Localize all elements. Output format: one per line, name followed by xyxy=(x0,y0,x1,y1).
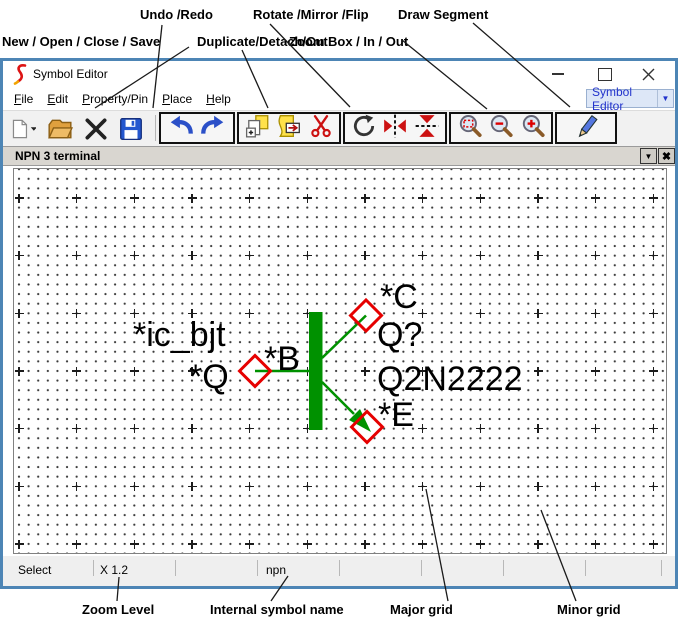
app-logo-icon xyxy=(12,64,30,85)
menu-bar: File Edit Property/Pin Place Help xyxy=(3,88,675,110)
minimize-button[interactable] xyxy=(544,61,572,87)
open-folder-icon xyxy=(47,116,73,142)
status-mode: Select xyxy=(18,563,51,577)
duplicate-icon xyxy=(245,113,271,139)
pencil-icon xyxy=(573,113,599,139)
status-divider xyxy=(93,560,94,576)
status-divider xyxy=(585,560,586,576)
duplicate-button[interactable] xyxy=(245,113,271,144)
cut-button[interactable] xyxy=(308,113,334,144)
minimize-icon xyxy=(552,73,564,75)
detach-icon xyxy=(276,113,302,139)
menu-place[interactable]: Place xyxy=(162,92,192,106)
status-divider xyxy=(339,560,340,576)
chevron-down-icon: ▼ xyxy=(657,90,673,107)
draw-segment-group xyxy=(555,112,617,144)
status-symbol-name: npn xyxy=(266,563,286,577)
annotation-major-grid: Major grid xyxy=(390,602,453,617)
symbol-editor-window: Symbol Editor File Edit Property/Pin Pla… xyxy=(0,58,678,589)
menu-help[interactable]: Help xyxy=(206,92,231,106)
close-symbol-button[interactable] xyxy=(81,114,111,143)
zoom-out-icon xyxy=(488,113,514,139)
emitter-label[interactable]: *E xyxy=(378,396,414,434)
save-button[interactable] xyxy=(116,114,146,143)
annotation-internal-symbol-name: Internal symbol name xyxy=(210,602,344,617)
symbol-panel-bar: NPN 3 terminal ▼ ✖ xyxy=(3,146,675,166)
status-divider xyxy=(503,560,504,576)
annotation-zoom-level: Zoom Level xyxy=(82,602,154,617)
toolbar-separator xyxy=(155,115,156,141)
menu-property-pin[interactable]: Property/Pin xyxy=(82,92,148,106)
annotation-new-open-close-save: New / Open / Close / Save xyxy=(2,34,160,49)
annotation-draw-segment: Draw Segment xyxy=(398,7,488,22)
window-title: Symbol Editor xyxy=(33,67,108,81)
status-divider xyxy=(257,560,258,576)
detach-button[interactable] xyxy=(276,113,302,144)
title-bar[interactable]: Symbol Editor xyxy=(3,61,675,88)
close-x-icon xyxy=(83,116,109,142)
maximize-icon xyxy=(598,68,612,81)
npn-symbol: *ic_bjt *Q *B *C Q? Q2N2222 *E xyxy=(14,169,666,553)
cut-scissors-icon xyxy=(308,113,334,139)
close-window-button[interactable] xyxy=(633,61,663,87)
zoom-in-button[interactable] xyxy=(520,113,546,144)
maximize-button[interactable] xyxy=(591,61,619,87)
toolbar xyxy=(3,110,675,146)
chevron-down-icon xyxy=(31,127,36,130)
undo-redo-group xyxy=(159,112,235,144)
mirror-icon xyxy=(382,113,408,139)
annotation-zoom-box-in-out: Zoom Box / In / Out xyxy=(289,34,408,49)
ref-pin-label[interactable]: *Q xyxy=(189,358,229,396)
rotate-icon xyxy=(351,113,377,139)
draw-segment-button[interactable] xyxy=(573,113,599,144)
undo-icon xyxy=(168,113,194,139)
flip-icon xyxy=(414,113,440,139)
close-icon xyxy=(642,68,655,81)
status-divider xyxy=(421,560,422,576)
symbol-panel-title: NPN 3 terminal xyxy=(15,149,100,163)
collector-label[interactable]: *C xyxy=(380,278,418,316)
redo-button[interactable] xyxy=(200,113,226,144)
new-button[interactable] xyxy=(3,114,43,143)
mirror-button[interactable] xyxy=(382,113,408,144)
rotate-button[interactable] xyxy=(351,113,377,144)
base-label[interactable]: *B xyxy=(264,340,300,378)
editor-mode-value: Symbol Editor xyxy=(587,85,657,113)
model-label[interactable]: Q2N2222 xyxy=(377,360,523,398)
annotation-rotate-mirror-flip: Rotate /Mirror /Flip xyxy=(253,7,369,22)
ref-label[interactable]: Q? xyxy=(377,316,422,354)
status-divider xyxy=(175,560,176,576)
editor-mode-dropdown[interactable]: Symbol Editor ▼ xyxy=(586,89,674,108)
zoom-box-icon xyxy=(457,113,483,139)
open-button[interactable] xyxy=(45,114,75,143)
panel-close-button[interactable]: ✖ xyxy=(658,148,675,164)
menu-file[interactable]: File xyxy=(14,92,33,106)
annotation-minor-grid: Minor grid xyxy=(557,602,621,617)
rotate-mirror-flip-group xyxy=(343,112,447,144)
undo-button[interactable] xyxy=(168,113,194,144)
menu-edit[interactable]: Edit xyxy=(47,92,68,106)
zoom-group xyxy=(449,112,553,144)
zoom-out-button[interactable] xyxy=(488,113,514,144)
zoom-box-button[interactable] xyxy=(457,113,483,144)
drawing-canvas[interactable]: *ic_bjt *Q *B *C Q? Q2N2222 *E xyxy=(13,168,667,554)
chevron-down-icon: ▼ xyxy=(645,152,653,161)
symbol-body-bar[interactable] xyxy=(309,312,323,430)
flip-button[interactable] xyxy=(414,113,440,144)
status-bar: Select X 1.2 npn xyxy=(3,556,675,586)
redo-icon xyxy=(200,113,226,139)
duplicate-detach-cut-group xyxy=(237,112,341,144)
save-floppy-icon xyxy=(118,116,144,142)
status-divider xyxy=(661,560,662,576)
status-zoom-level: X 1.2 xyxy=(100,563,128,577)
model-param-label[interactable]: *ic_bjt xyxy=(133,316,226,354)
new-file-icon xyxy=(10,116,36,142)
annotation-undo-redo: Undo /Redo xyxy=(140,7,213,22)
panel-dropdown-button[interactable]: ▼ xyxy=(640,148,657,164)
zoom-in-icon xyxy=(520,113,546,139)
close-icon: ✖ xyxy=(662,150,671,163)
